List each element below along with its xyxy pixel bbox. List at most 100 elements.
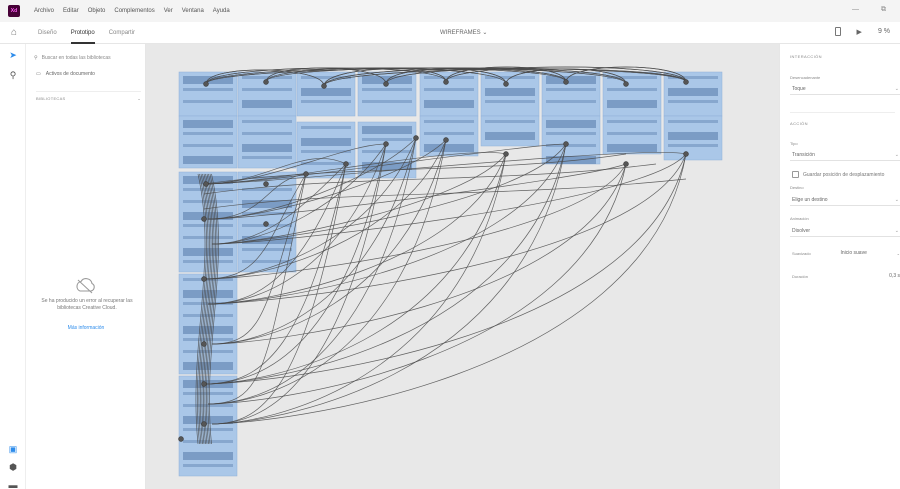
wire-handle (443, 137, 449, 143)
wire-handle (201, 216, 207, 222)
minimize-icon[interactable]: — (852, 6, 859, 14)
wireframe-block (362, 162, 412, 170)
wireframe-block (485, 88, 535, 96)
easing-row[interactable]: Suavizado Inicio suave ⌄ (792, 250, 900, 256)
wireframe-block (183, 290, 233, 298)
wireframe-block (607, 120, 657, 123)
wireframe-block (362, 150, 412, 153)
menu-objeto[interactable]: Objeto (88, 8, 106, 14)
wireframe-block (668, 88, 718, 96)
easing-value: Inicio suave (840, 250, 867, 256)
wireframe-block (183, 428, 233, 431)
zoom-tool-icon[interactable]: ⚲ (8, 70, 18, 80)
menu-bar: Xd Archivo Editar Objeto Complementos Ve… (0, 0, 900, 22)
wireframe-block (242, 100, 292, 108)
tab-diseno[interactable]: Diseño (38, 22, 57, 44)
creative-cloud-icon (76, 278, 95, 294)
wire-handle (321, 83, 327, 89)
interaction-panel: INTERACCIÓN Desencadenante Toque ⌄ ACCIÓ… (779, 44, 900, 489)
menu-ayuda[interactable]: Ayuda (213, 8, 230, 14)
interaction-section-title: INTERACCIÓN (790, 54, 822, 59)
preserve-scroll-checkbox[interactable]: Guardar posición de desplazamiento (792, 171, 884, 178)
wire-handle (263, 79, 269, 85)
wire-handle (503, 81, 509, 87)
wireframe-block (242, 88, 292, 91)
wire-handle (178, 436, 184, 442)
libraries-panel: ⚲ Buscar en todas las bibliotecas ▭ Acti… (26, 44, 146, 489)
wire-handle (623, 161, 629, 167)
more-info-link[interactable]: Más información (26, 325, 146, 331)
menu-complementos[interactable]: Complementos (114, 8, 154, 14)
wire-handle (303, 171, 309, 177)
window-controls: — ⧉ (852, 6, 886, 14)
app-logo: Xd (8, 5, 20, 17)
animation-select[interactable]: Disolver ⌄ (790, 225, 900, 237)
wire-handle (563, 141, 569, 147)
wireframe-block (485, 120, 535, 123)
document-assets-icon: ▭ (36, 71, 41, 77)
device-preview-icon[interactable] (834, 27, 841, 36)
document-assets-button[interactable]: ▭ Activos de documento (36, 71, 95, 77)
wireframe-block (183, 100, 233, 103)
tab-prototipo[interactable]: Prototipo (70, 22, 95, 44)
artboard (237, 115, 297, 169)
wireframe-block (242, 144, 292, 152)
settings-icon[interactable]: ▬ (8, 480, 18, 489)
wire-handle (503, 151, 509, 157)
chevron-down-icon: ⌄ (894, 228, 899, 234)
wireframe-block (362, 138, 412, 141)
chevron-down-icon: ⌄ (896, 250, 900, 256)
wireframe-block (362, 88, 412, 91)
wireframe-block (301, 138, 351, 146)
library-search[interactable]: ⚲ Buscar en todas las bibliotecas (34, 52, 140, 64)
wire-handle (383, 81, 389, 87)
animation-label: Animación (790, 216, 809, 221)
menu-ver[interactable]: Ver (164, 8, 173, 14)
wireframe-block (607, 144, 657, 152)
restore-icon[interactable]: ⧉ (881, 6, 886, 14)
plugins-icon[interactable]: ⬢ (8, 462, 18, 472)
wire-handle (263, 221, 269, 227)
chevron-down-icon: ⌄ (894, 152, 899, 158)
wireframe-block (668, 120, 718, 123)
document-title[interactable]: WIREFRAMES ⌄ (440, 29, 487, 36)
wireframe-block (607, 76, 657, 79)
home-icon[interactable]: ⌂ (11, 27, 23, 39)
checkbox-box[interactable] (792, 171, 799, 178)
duration-row[interactable]: Duración 0,3 s (792, 273, 900, 279)
wireframe-flow-diagram[interactable] (146, 44, 779, 489)
chevron-down-icon: ⌄ (894, 197, 899, 203)
wireframe-block (546, 132, 596, 135)
prototype-canvas[interactable] (146, 44, 779, 489)
wireframe-block (242, 248, 292, 251)
wire-handle (383, 141, 389, 147)
type-select[interactable]: Transición ⌄ (790, 149, 900, 161)
wire-handle (343, 161, 349, 167)
wireframe-block (607, 100, 657, 108)
duration-label: Duración (792, 273, 809, 279)
menu-ventana[interactable]: Ventana (182, 8, 204, 14)
menu-editar[interactable]: Editar (63, 8, 79, 14)
chevron-down-icon: ⌄ (137, 96, 141, 101)
destination-label: Destino (790, 185, 804, 190)
search-placeholder: Buscar en todas las bibliotecas (41, 55, 111, 61)
trigger-label: Desencadenante (790, 75, 821, 80)
zoom-level[interactable]: 9 % (878, 28, 890, 35)
trigger-select[interactable]: Toque ⌄ (790, 83, 900, 95)
chevron-down-icon: ⌄ (894, 86, 899, 92)
wire-handle (263, 181, 269, 187)
wireframe-block (607, 132, 657, 135)
menu-archivo[interactable]: Archivo (34, 8, 54, 14)
wireframe-block (424, 100, 474, 108)
wireframe-block (183, 200, 233, 203)
libraries-icon[interactable]: ▣ (8, 444, 18, 454)
wire-handle (623, 81, 629, 87)
play-icon[interactable]: ▶ (857, 28, 862, 36)
destination-select[interactable]: Elige un destino ⌄ (790, 194, 900, 206)
libraries-section-title: BIBLIOTECAS (36, 96, 66, 101)
libraries-section-header[interactable]: BIBLIOTECAS ⌄ (36, 91, 141, 101)
tab-compartir[interactable]: Compartir (109, 22, 135, 44)
wire-handle (203, 81, 209, 87)
select-tool-icon[interactable]: ➤ (8, 50, 18, 60)
wire-handle (201, 341, 207, 347)
